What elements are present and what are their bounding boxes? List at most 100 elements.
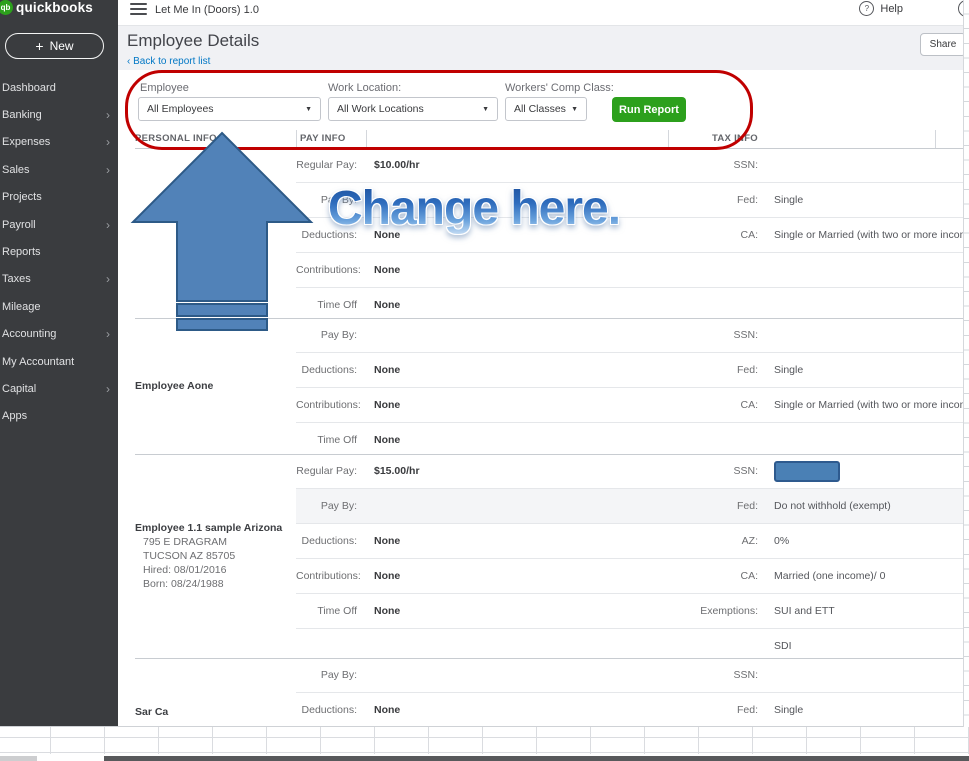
table-row: Contributions:None — [296, 253, 963, 288]
tax-row-value: Single or Married (with two or more inco… — [774, 229, 963, 241]
chevron-down-icon: ▼ — [482, 106, 489, 113]
run-report-button[interactable]: Run Report — [612, 97, 686, 122]
sidebar-nav: DashboardBanking›Expenses›Sales›Projects… — [0, 74, 118, 430]
table-row: Contributions:NoneCA:Married (one income… — [296, 559, 963, 594]
excel-column-gridlines — [0, 727, 969, 754]
back-to-report-list-link[interactable]: ‹ Back to report list — [127, 56, 210, 67]
sidebar-item-my-accountant[interactable]: My Accountant — [0, 348, 118, 375]
comp-class-filter-label: Workers' Comp Class: — [505, 82, 614, 94]
employee-block: Employee 1.1 sample Arizona795 E DRAGRAM… — [135, 454, 963, 659]
sidebar-item-taxes[interactable]: Taxes› — [0, 266, 118, 293]
chevron-right-icon: › — [106, 110, 110, 120]
share-button[interactable]: Share — [920, 33, 966, 56]
pay-row-value: $15.00/hr — [374, 465, 420, 477]
table-header: PERSONAL INFO PAY INFO TAX INFO — [135, 130, 963, 149]
tax-row-value: SDI — [774, 640, 792, 652]
table-row: Pay By:SSN: — [296, 658, 963, 693]
tax-row-value: Single or Married (with two or more inco… — [774, 399, 963, 411]
table-row: Time Off None — [296, 288, 963, 322]
employee-name: Employee Aone — [135, 379, 295, 393]
tax-row-value: Single — [774, 364, 803, 376]
column-header-personal-info: PERSONAL INFO — [135, 133, 217, 144]
employee-personal-info: Employee Aone — [135, 318, 295, 454]
tax-row-value: 0% — [774, 535, 789, 547]
quickbooks-brand[interactable]: qb quickbooks — [0, 0, 93, 16]
column-separator — [366, 130, 367, 148]
company-name: Let Me In (Doors) 1.0 — [155, 4, 259, 16]
table-row: Pay By:Fed:Do not withhold (exempt) — [296, 489, 963, 524]
pay-row-label: Pay By: — [296, 669, 357, 681]
pay-row-value: None — [374, 364, 400, 376]
column-header-tax-info: TAX INFO — [585, 133, 758, 144]
table-row: Deductions:NoneFed:Single — [296, 693, 963, 726]
sidebar-item-projects[interactable]: Projects — [0, 184, 118, 211]
employee-filter-value: All Employees — [147, 103, 214, 115]
table-row: Pay By:SSN: — [296, 318, 963, 353]
chevron-down-icon: ▼ — [571, 106, 578, 113]
excel-row-gridline — [0, 752, 969, 753]
work-location-filter-label: Work Location: — [328, 82, 401, 94]
report-panel: Employee All Employees ▼ Work Location: … — [118, 70, 963, 726]
table-row: Contributions:NoneCA:Single or Married (… — [296, 388, 963, 423]
new-button[interactable]: + New — [5, 33, 104, 59]
sidebar-item-reports[interactable]: Reports — [0, 238, 118, 265]
pay-row-label: Regular Pay: — [296, 159, 357, 171]
pay-row-label: Pay By: — [296, 500, 357, 512]
horizontal-scrollbar-thumb[interactable] — [104, 756, 969, 761]
sidebar-item-apps[interactable]: Apps — [0, 403, 118, 430]
employee-filter-label: Employee — [140, 82, 189, 94]
sidebar-item-label: Sales — [2, 164, 30, 176]
sidebar-item-accounting[interactable]: Accounting › — [0, 321, 118, 348]
tax-row-label: CA: — [668, 570, 758, 582]
sidebar-item-payroll[interactable]: Payroll› — [0, 211, 118, 238]
sidebar-item-mileage[interactable]: Mileage — [0, 293, 118, 320]
tax-row-label: Exemptions: — [668, 605, 758, 617]
table-row: Deductions:NoneCA:Single or Married (wit… — [296, 218, 963, 253]
pay-row-label: Pay By: — [296, 194, 357, 206]
topbar: Let Me In (Doors) 1.0 ? Help — [118, 0, 969, 26]
comp-class-filter-dropdown[interactable]: All Classes ▼ — [505, 97, 587, 121]
pay-row-label: Time Off — [296, 605, 357, 617]
hamburger-menu-icon[interactable] — [130, 3, 147, 15]
tax-row-value: Married (one income)/ 0 — [774, 570, 885, 582]
brand-name: quickbooks — [16, 0, 93, 15]
pay-row-value: None — [374, 605, 400, 617]
ssn-redaction-box — [774, 461, 840, 482]
sidebar-item-capital[interactable]: Capital› — [0, 375, 118, 402]
employee-rows: Regular Pay: $10.00/hr SSN: Pay By: Fed: Sing… — [296, 148, 963, 322]
excel-row-ticks — [963, 0, 969, 727]
sidebar-item-dashboard[interactable]: Dashboard — [0, 74, 118, 101]
pay-row-label: Pay By: — [296, 329, 357, 341]
pay-row-label: Contributions: — [296, 264, 357, 276]
chevron-right-icon: › — [106, 329, 110, 339]
scrollbar-track — [0, 755, 969, 761]
employee-filter-dropdown[interactable]: All Employees ▼ — [138, 97, 321, 121]
pay-row-value: $10.00/hr — [374, 159, 420, 171]
sidebar-item-label: Accounting — [2, 328, 56, 340]
help-question-icon: ? — [859, 1, 874, 16]
work-location-filter-dropdown[interactable]: All Work Locations ▼ — [328, 97, 498, 121]
employee-name: Employee 1.1 sample Arizona — [135, 521, 295, 535]
chevron-right-icon: › — [106, 220, 110, 230]
tax-row-label: SSN: — [668, 159, 758, 171]
sidebar-item-sales[interactable]: Sales› — [0, 156, 118, 183]
help-button[interactable]: ? Help — [859, 1, 903, 16]
chevron-down-icon: ▼ — [305, 106, 312, 113]
quickbooks-logo-icon: qb — [0, 0, 13, 15]
tax-row-label: AZ: — [668, 535, 758, 547]
tax-row-label: Fed: — [668, 194, 758, 206]
employee-block: Regular Pay: $10.00/hr SSN: Pay By: Fed: Sing… — [135, 148, 963, 319]
sidebar-item-expenses[interactable]: Expenses› — [0, 129, 118, 156]
table-row: Pay By: Fed: Single — [296, 183, 963, 218]
excel-grid-strip — [0, 726, 969, 761]
sidebar-item-banking[interactable]: Banking› — [0, 101, 118, 128]
tax-row-value: Single — [774, 194, 803, 206]
pay-row-value: None — [374, 299, 400, 311]
table-row: Time OffNone — [296, 423, 963, 457]
pay-row-label: Time Off — [296, 434, 357, 446]
employee-rows: Pay By:SSN:Deductions:NoneFed:Single — [296, 658, 963, 726]
help-label: Help — [880, 3, 903, 15]
pay-row-label: Time Off — [296, 299, 357, 311]
column-separator — [935, 130, 936, 148]
employee-detail-line: Hired: 08/01/2016 — [135, 563, 295, 577]
